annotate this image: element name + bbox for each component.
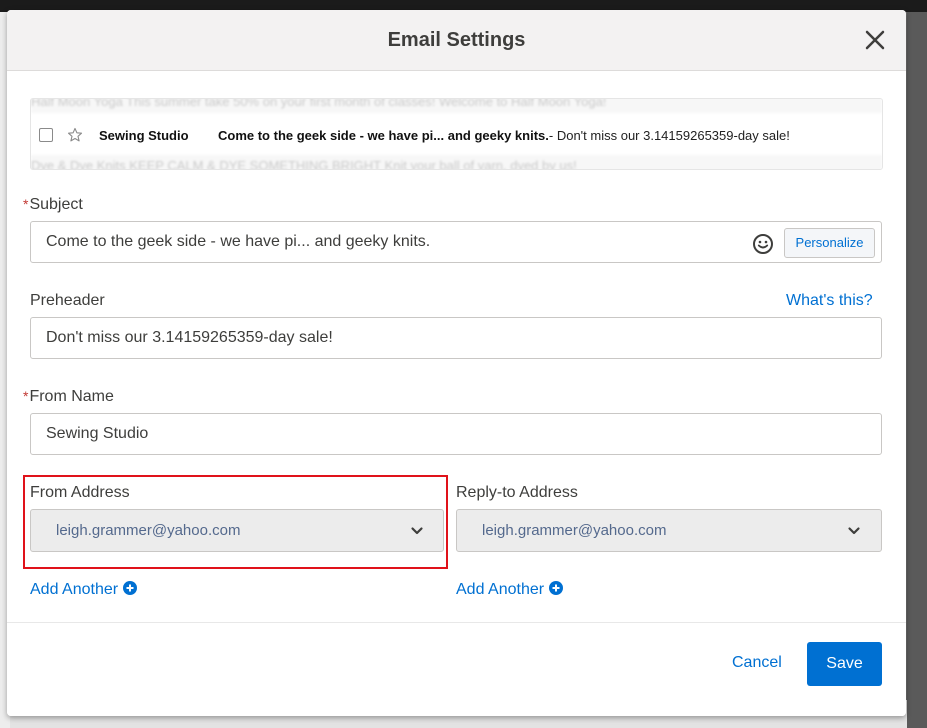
star-icon — [67, 127, 83, 142]
chevron-down-icon — [411, 527, 423, 535]
close-icon — [865, 30, 885, 50]
preview-subject: Come to the geek side - we have pi... an… — [218, 127, 549, 143]
email-settings-modal: Email Settings Half Moon Yoga This summe… — [7, 10, 906, 716]
plus-circle-icon — [123, 581, 138, 595]
from-name-input[interactable]: Sewing Studio — [30, 413, 882, 455]
preview-checkbox — [39, 128, 53, 142]
emoji-button[interactable] — [752, 233, 774, 255]
from-address-add-another[interactable]: Add Another — [30, 581, 138, 599]
smiley-icon — [753, 234, 773, 254]
inbox-preview: Half Moon Yoga This summer take 50% on y… — [30, 98, 883, 170]
required-mark: * — [23, 388, 29, 404]
cancel-button[interactable]: Cancel — [732, 654, 782, 672]
plus-circle-icon — [549, 581, 564, 595]
chevron-down-icon — [848, 527, 860, 535]
preview-sender: Sewing Studio — [99, 127, 189, 143]
preview-row: Sewing Studio Come to the geek side - we… — [31, 115, 882, 155]
from-address-value: leigh.grammer@yahoo.com — [56, 522, 241, 539]
modal-header: Email Settings — [7, 10, 906, 71]
reply-to-add-another[interactable]: Add Another — [456, 581, 564, 599]
from-name-label: *From Name — [23, 388, 114, 405]
personalize-button[interactable]: Personalize — [784, 228, 875, 258]
preheader-label: Preheader — [30, 292, 105, 309]
required-mark: * — [23, 196, 29, 212]
preview-preheader: - Don't miss our 3.14159265359-day sale! — [548, 127, 790, 143]
reply-to-select[interactable]: leigh.grammer@yahoo.com — [456, 509, 882, 552]
close-button[interactable] — [862, 27, 888, 53]
preheader-input[interactable]: Don't miss our 3.14159265359-day sale! — [30, 317, 882, 359]
preview-ghost-row-top: Half Moon Yoga This summer take 50% on y… — [31, 99, 882, 113]
modal-footer: Cancel Save — [7, 622, 906, 716]
reply-to-value: leigh.grammer@yahoo.com — [482, 522, 667, 539]
reply-to-label: Reply-to Address — [456, 484, 578, 501]
preview-ghost-row-bottom: Dye & Dye Knits KEEP CALM & DYE SOMETHIN… — [31, 155, 882, 169]
save-button[interactable]: Save — [807, 642, 882, 686]
modal-title: Email Settings — [387, 29, 526, 51]
background-app-right — [907, 12, 927, 728]
subject-label: *Subject — [23, 196, 83, 213]
whats-this-link[interactable]: What's this? — [786, 292, 873, 310]
from-address-select[interactable]: leigh.grammer@yahoo.com — [30, 509, 444, 552]
from-address-label: From Address — [30, 484, 130, 501]
